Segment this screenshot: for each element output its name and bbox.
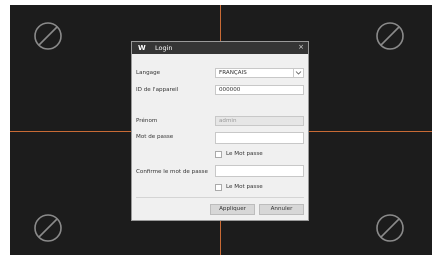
first-name-label: Prénom <box>136 118 158 124</box>
show-confirm-password-checkbox[interactable] <box>215 184 222 191</box>
confirm-password-label: Confirme le mot de passe <box>136 169 208 175</box>
footer-divider <box>136 197 304 198</box>
brand-logo: W <box>138 44 146 52</box>
show-password-label: Le Mot passe <box>226 151 263 157</box>
password-field[interactable] <box>215 132 304 144</box>
device-id-field[interactable]: 000000 <box>215 85 304 95</box>
chevron-down-icon[interactable] <box>293 69 303 77</box>
confirm-password-field[interactable] <box>215 165 304 177</box>
dialog-title: Login <box>155 44 173 52</box>
no-video-icon <box>34 22 62 50</box>
login-dialog: W Login × Langage FRANÇAIS ID de l'appar… <box>131 41 309 221</box>
first-name-value: admin <box>219 118 237 124</box>
cancel-button[interactable]: Annuler <box>259 204 304 215</box>
no-video-icon <box>376 214 404 242</box>
language-select[interactable]: FRANÇAIS <box>215 68 304 78</box>
apply-button[interactable]: Appliquer <box>210 204 255 215</box>
dialog-titlebar[interactable]: W Login × <box>132 42 308 54</box>
show-password-checkbox[interactable] <box>215 151 222 158</box>
show-confirm-password-label: Le Mot passe <box>226 184 263 190</box>
no-video-icon <box>34 214 62 242</box>
no-video-icon <box>376 22 404 50</box>
language-value: FRANÇAIS <box>219 70 247 76</box>
first-name-field: admin <box>215 116 304 126</box>
close-icon[interactable]: × <box>298 42 304 53</box>
device-id-value: 000000 <box>219 87 241 93</box>
password-label: Mot de passe <box>136 134 174 140</box>
language-label: Langage <box>136 70 161 76</box>
device-id-label: ID de l'appareil <box>136 87 179 93</box>
